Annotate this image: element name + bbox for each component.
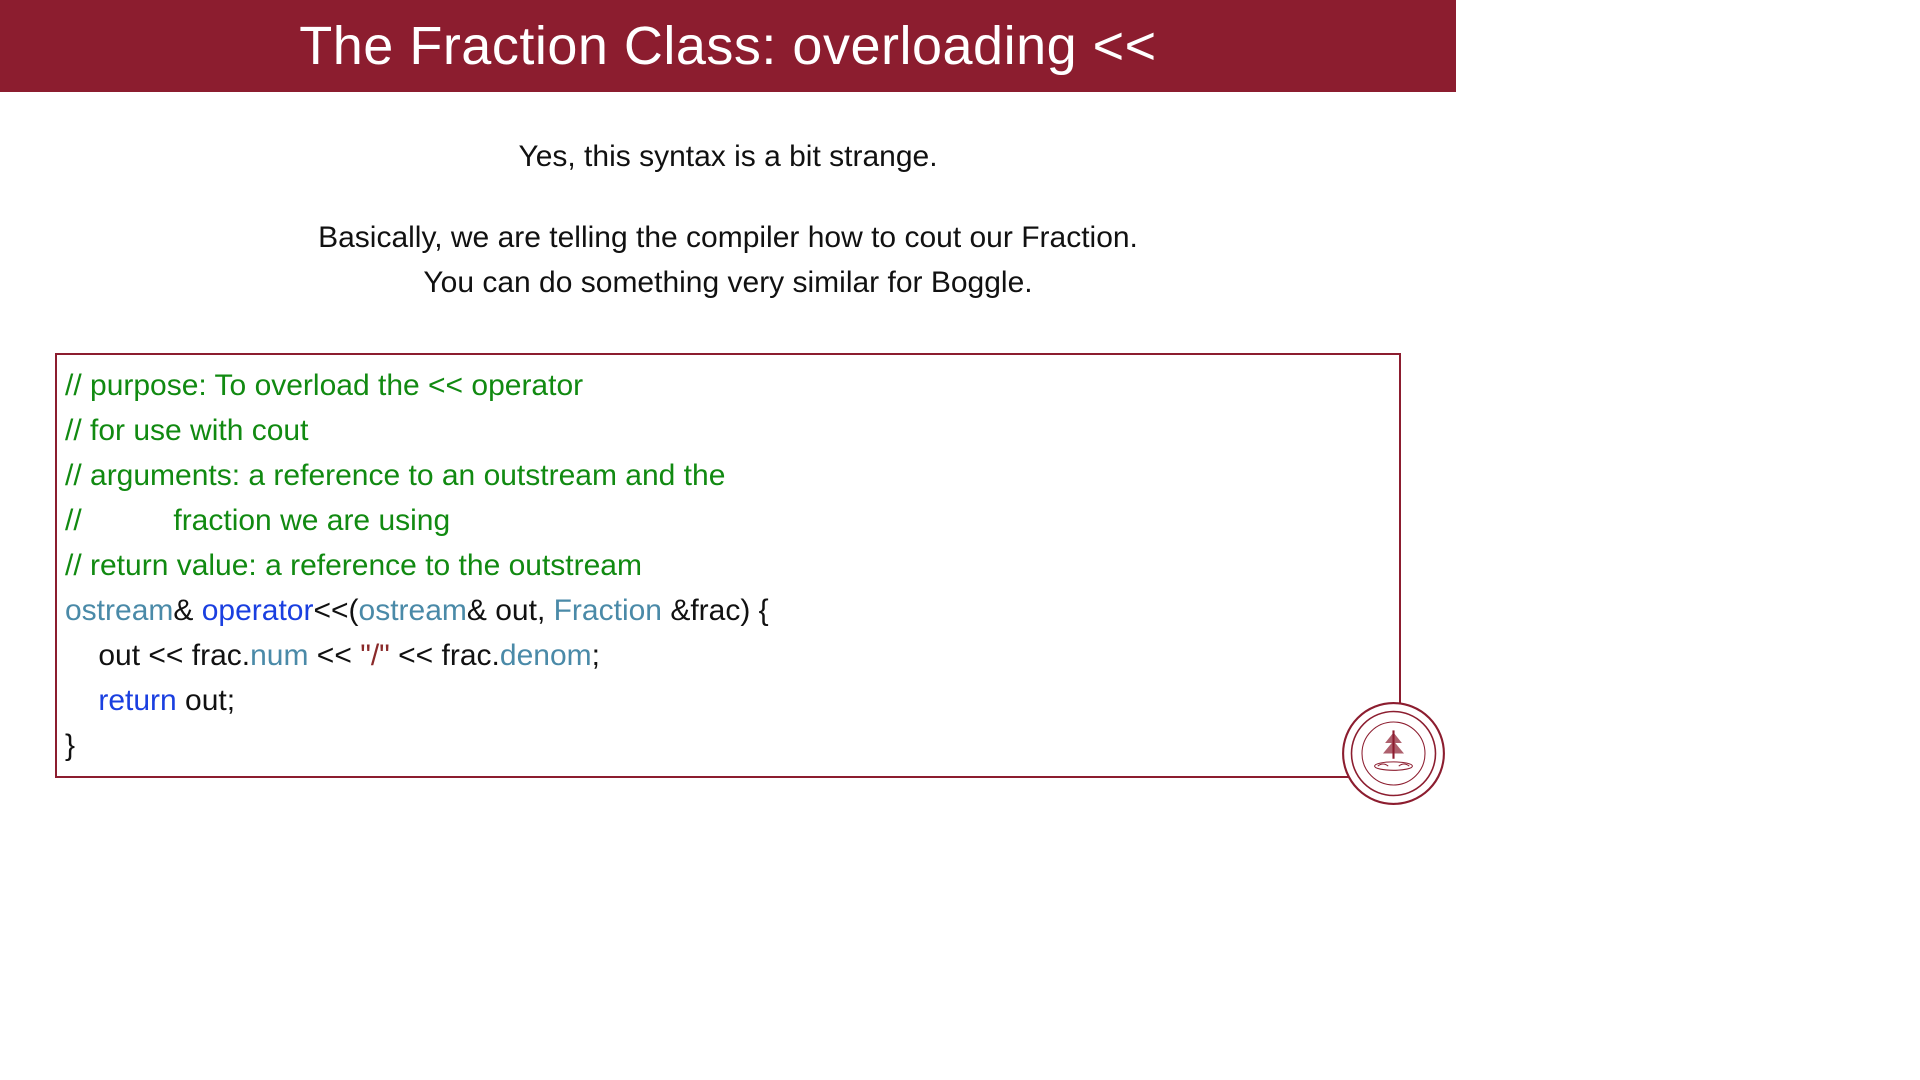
stanford-seal-icon bbox=[1341, 701, 1446, 806]
code-string-slash: "/" bbox=[360, 639, 390, 672]
code-member-num: num bbox=[250, 639, 308, 672]
code-comment-4: // fraction we are using bbox=[65, 504, 450, 537]
code-indent-2 bbox=[65, 684, 98, 717]
code-type-ostream: ostream bbox=[65, 594, 173, 627]
slide-header: The Fraction Class: overloading << bbox=[0, 0, 1456, 92]
code-comment-3: // arguments: a reference to an outstrea… bbox=[65, 459, 725, 492]
code-mid-1: << bbox=[308, 639, 360, 672]
intro-line-2a: Basically, we are telling the compiler h… bbox=[318, 221, 1138, 254]
code-block: // purpose: To overload the << operator … bbox=[55, 353, 1401, 778]
code-comment-5: // return value: a reference to the outs… bbox=[65, 549, 642, 582]
code-type-ostream2: ostream bbox=[359, 594, 467, 627]
code-keyword-return: return bbox=[98, 684, 176, 717]
code-amp2: & out, bbox=[467, 594, 554, 627]
code-sig-1: <<( bbox=[313, 594, 358, 627]
code-member-denom: denom bbox=[500, 639, 592, 672]
intro-line-2: Basically, we are telling the compiler h… bbox=[80, 215, 1376, 305]
code-comment-2: // for use with cout bbox=[65, 414, 308, 447]
code-return-tail: out; bbox=[177, 684, 235, 717]
code-keyword-operator: operator bbox=[202, 594, 314, 627]
code-close-brace: } bbox=[65, 729, 75, 762]
code-type-fraction: Fraction bbox=[554, 594, 662, 627]
code-mid-2: << frac. bbox=[390, 639, 500, 672]
code-sig-end: &frac) { bbox=[662, 594, 769, 627]
code-out-1: out << frac. bbox=[98, 639, 250, 672]
code-indent-1 bbox=[65, 639, 98, 672]
intro-line-1: Yes, this syntax is a bit strange. bbox=[80, 134, 1376, 179]
code-comment-1: // purpose: To overload the << operator bbox=[65, 369, 583, 402]
code-amp1: & bbox=[173, 594, 201, 627]
intro-line-2b: You can do something very similar for Bo… bbox=[423, 266, 1032, 299]
slide-title: The Fraction Class: overloading << bbox=[299, 15, 1156, 77]
code-semi-1: ; bbox=[592, 639, 600, 672]
intro-text: Yes, this syntax is a bit strange. Basic… bbox=[0, 92, 1456, 335]
